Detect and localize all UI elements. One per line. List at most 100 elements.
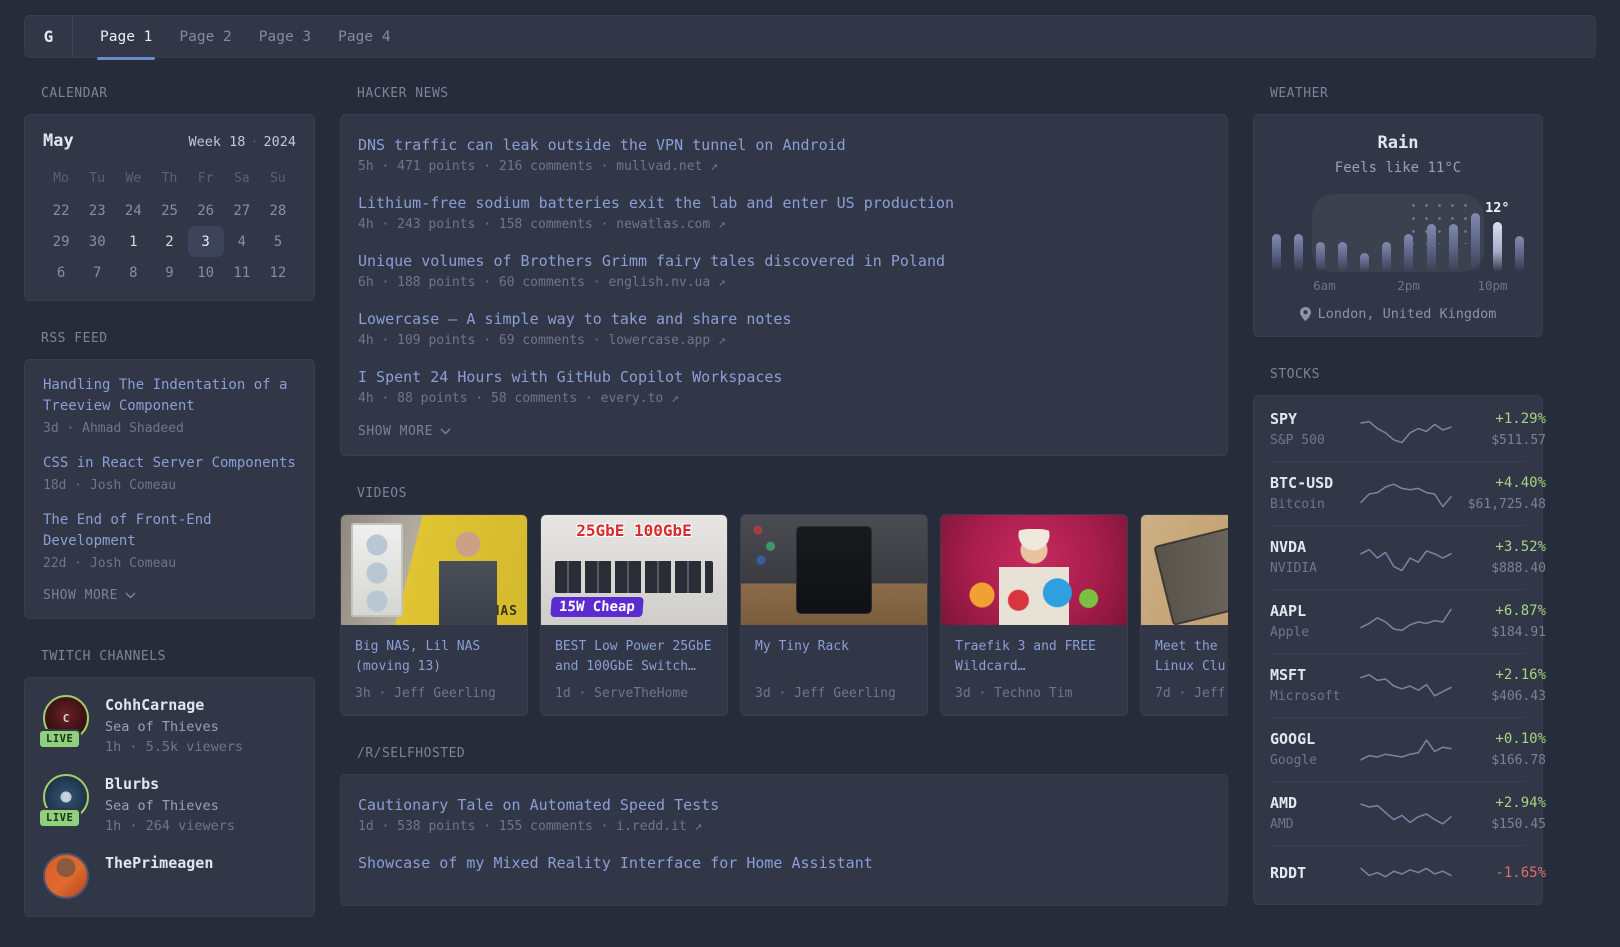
rss-item-title[interactable]: Handling The Indentation of a Treeview C…	[43, 375, 296, 417]
thumbnail-text: 25GbE 100GbE	[576, 521, 692, 540]
news-item-title[interactable]: DNS traffic can leak outside the VPN tun…	[358, 134, 1210, 156]
app-logo[interactable]: G	[25, 16, 73, 57]
video-title[interactable]: My Tiny Rack	[755, 637, 913, 677]
stock-row[interactable]: MSFT Microsoft +2.16% $406.43	[1270, 653, 1546, 717]
current-temp-label: 12°	[1485, 200, 1510, 216]
section-title-twitch: TWITCH CHANNELS	[41, 649, 166, 664]
video-meta: 1d · ServeTheHome	[555, 686, 689, 701]
weather-chart: 12°	[1272, 194, 1524, 272]
calendar-widget: May Week 18 · 2024 Mo Tu We Th Fr Sa Su 22 23 24 25 2…	[24, 114, 315, 301]
tab-page-3[interactable]: Page 3	[259, 16, 311, 57]
weather-widget: Rain Feels like 11°C 12° 6am 2pm 10pm Lond…	[1253, 114, 1543, 337]
weekday-label: Sa	[233, 171, 250, 186]
video-thumbnail[interactable]	[741, 515, 927, 625]
reddit-widget: Cautionary Tale on Automated Speed Tests…	[340, 774, 1228, 906]
rss-item: The End of Front-End Development 22d · J…	[43, 510, 296, 573]
location-pin-icon	[1299, 307, 1311, 321]
calendar-week-label: Week 18 · 2024	[188, 134, 296, 150]
weather-bar	[1404, 234, 1414, 272]
rss-item-title[interactable]: CSS in React Server Components	[43, 453, 296, 474]
video-thumbnail[interactable]: FAS	[1141, 515, 1228, 625]
weekday-label: Tu	[89, 171, 106, 186]
stock-row[interactable]: AMD AMD +2.94% $150.45	[1270, 781, 1546, 845]
news-item: Lowercase – A simple way to take and sha…	[358, 308, 1210, 351]
weather-time-labels: 6am 2pm 10pm	[1272, 278, 1524, 296]
channel-viewers: 1h · 264 viewers	[105, 818, 236, 834]
rss-show-more-button[interactable]: SHOW MORE	[43, 588, 296, 603]
channel-game: Sea of Thieves	[105, 719, 219, 735]
twitch-channel[interactable]: C LIVE CohhCarnage Sea of Thieves 1h · 5…	[38, 695, 296, 757]
stock-row[interactable]: AAPL Apple +6.87% $184.91	[1270, 589, 1546, 653]
reddit-post-meta: 1d · 538 points · 155 comments · i.redd.…	[358, 819, 703, 834]
twitch-channel[interactable]: ThePrimeagen	[43, 853, 296, 899]
stock-change: +0.10%	[1495, 731, 1546, 747]
stock-change: +1.29%	[1495, 411, 1546, 427]
tab-page-1[interactable]: Page 1	[96, 16, 156, 60]
rss-item: Handling The Indentation of a Treeview C…	[43, 375, 296, 438]
chevron-down-icon	[125, 592, 136, 599]
calendar-day: 11	[233, 264, 251, 281]
calendar-day: 9	[165, 264, 174, 281]
stock-row[interactable]: BTC-USD Bitcoin +4.40% $61,725.48	[1270, 461, 1546, 525]
stock-price: $61,725.48	[1467, 497, 1546, 512]
rss-item-meta: 3d · Ahmad Shadeed	[43, 421, 184, 436]
tab-page-2[interactable]: Page 2	[179, 16, 231, 57]
weather-bar	[1272, 234, 1281, 272]
video-title[interactable]: Big NAS, Lil NAS (moving 13)	[355, 637, 513, 677]
stock-symbol: SPY	[1270, 410, 1298, 428]
calendar-day: 10	[197, 264, 215, 281]
calendar-day: 12	[269, 264, 287, 281]
news-item: Lithium-free sodium batteries exit the l…	[358, 192, 1210, 235]
stock-symbol: BTC-USD	[1270, 474, 1334, 492]
reddit-post-title[interactable]: Showcase of my Mixed Reality Interface f…	[358, 852, 1210, 874]
section-title-stocks: STOCKS	[1270, 367, 1320, 382]
video-title[interactable]: Meet the Linux Clu	[1155, 637, 1228, 677]
stock-name: AMD	[1270, 817, 1294, 832]
twitch-channel[interactable]: B LIVE Blurbs Sea of Thieves 1h · 264 vi…	[38, 774, 296, 836]
twitch-section: TWITCH CHANNELS C LIVE CohhCarnage Sea o…	[24, 649, 315, 917]
rss-item-title[interactable]: The End of Front-End Development	[43, 510, 296, 552]
week-number: Week 18	[188, 134, 246, 150]
rss-item-meta: 22d · Josh Comeau	[43, 556, 177, 571]
stock-price: $511.57	[1491, 433, 1546, 448]
time-label: 10pm	[1477, 278, 1508, 293]
calendar-day: 25	[161, 202, 178, 219]
calendar-day: 1	[129, 233, 138, 250]
stock-sparkline	[1358, 669, 1454, 703]
reddit-post-title[interactable]: Cautionary Tale on Automated Speed Tests	[358, 794, 1210, 816]
avatar: C LIVE	[38, 695, 89, 749]
stock-row[interactable]: SPY S&P 500 +1.29% $511.57	[1270, 398, 1546, 461]
news-item-title[interactable]: Lowercase – A simple way to take and sha…	[358, 308, 1210, 330]
hackernews-show-more-button[interactable]: SHOW MORE	[358, 424, 1210, 439]
weather-bar	[1294, 234, 1304, 272]
stock-row[interactable]: RDDT -1.65%	[1270, 845, 1546, 902]
stock-sparkline	[1358, 857, 1454, 891]
stock-row[interactable]: GOOGL Google +0.10% $166.78	[1270, 717, 1546, 781]
reddit-post: Showcase of my Mixed Reality Interface f…	[358, 852, 1210, 874]
calendar-day: 3	[187, 226, 224, 257]
weekday-label: We	[125, 171, 142, 186]
stock-row[interactable]: NVDA NVIDIA +3.52% $888.40	[1270, 525, 1546, 589]
video-thumbnail[interactable]	[941, 515, 1127, 625]
stock-sparkline	[1358, 797, 1454, 831]
video-card: FAS Meet the Linux Clu 7d · Jeff Geerlin…	[1140, 514, 1228, 716]
dashboard-page: G Page 1 Page 2 Page 3 Page 4 CALENDAR M…	[0, 0, 1620, 947]
weather-bar	[1470, 213, 1480, 272]
stock-change: +2.94%	[1495, 795, 1546, 811]
video-title[interactable]: BEST Low Power 25GbE and 100GbE Switch…	[555, 637, 713, 677]
videos-section: VIDEOS LIL NAS Big NAS, Lil NAS (moving …	[340, 486, 1228, 716]
stock-sparkline	[1358, 733, 1454, 767]
calendar-day: 2	[165, 233, 174, 250]
tab-page-4[interactable]: Page 4	[338, 16, 390, 57]
weekday-label: Th	[161, 171, 178, 186]
video-title[interactable]: Traefik 3 and FREE Wildcard…	[955, 637, 1113, 677]
news-item-title[interactable]: Lithium-free sodium batteries exit the l…	[358, 192, 1210, 214]
section-title-weather: WEATHER	[1270, 86, 1329, 101]
calendar-grid: Mo Tu We Th Fr Sa Su 22 23 24 25 26 27 28 29 30 1 2 3 4 5 6 7 8…	[43, 165, 296, 288]
news-item-title[interactable]: I Spent 24 Hours with GitHub Copilot Wor…	[358, 366, 1210, 388]
stock-price: $150.45	[1491, 817, 1546, 832]
news-item: DNS traffic can leak outside the VPN tun…	[358, 134, 1210, 177]
video-thumbnail[interactable]: 25GbE 100GbE 15W Cheap	[541, 515, 727, 625]
video-thumbnail[interactable]: LIL NAS	[341, 515, 527, 625]
news-item-title[interactable]: Unique volumes of Brothers Grimm fairy t…	[358, 250, 1210, 272]
